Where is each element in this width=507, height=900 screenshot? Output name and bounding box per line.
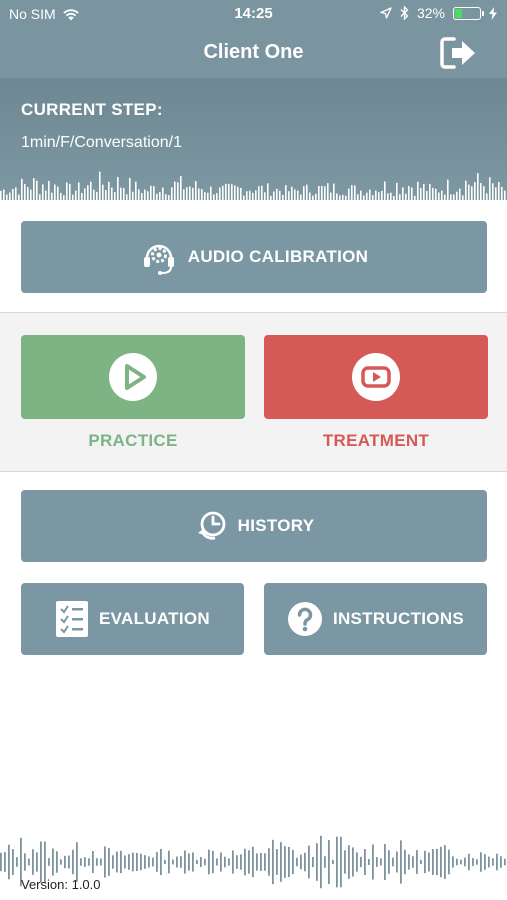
- battery-fill: [455, 8, 462, 18]
- history-icon: [197, 511, 226, 540]
- video-play-icon: [352, 353, 400, 401]
- battery-percent: 32%: [416, 5, 445, 21]
- headset-gear-icon: [143, 244, 174, 275]
- nav-bar: Client One: [0, 28, 507, 78]
- status-right: 32%: [380, 5, 497, 21]
- practice-label[interactable]: PRACTICE: [21, 431, 245, 451]
- current-step-value: 1min/F/Conversation/1: [21, 134, 182, 151]
- bluetooth-icon: [400, 6, 409, 20]
- session-panel: PRACTICE TREATMENT: [0, 312, 507, 472]
- current-step-panel: CURRENT STEP: 1min/F/Conversation/1: [0, 78, 507, 200]
- logout-button[interactable]: [439, 35, 479, 71]
- instructions-label: INSTRUCTIONS: [332, 609, 465, 628]
- current-step-label: CURRENT STEP:: [21, 100, 163, 119]
- charging-icon: [489, 6, 497, 20]
- history-button[interactable]: HISTORY: [21, 490, 487, 562]
- evaluation-button[interactable]: EVALUATION: [21, 583, 244, 655]
- version-label: Version: 1.0.0: [21, 877, 101, 892]
- checklist-icon: [56, 601, 88, 637]
- help-icon: [287, 602, 322, 636]
- status-bar: No SIM 14:25 32%: [0, 0, 507, 28]
- battery-icon: [453, 6, 484, 20]
- history-label: HISTORY: [237, 516, 315, 535]
- page-title: Client One: [203, 41, 304, 63]
- logout-icon: [440, 37, 475, 69]
- treatment-button[interactable]: [264, 335, 488, 419]
- audio-calibration-button[interactable]: AUDIO CALIBRATION: [21, 221, 487, 293]
- practice-button[interactable]: [21, 335, 245, 419]
- location-icon: [380, 7, 392, 19]
- treatment-label[interactable]: TREATMENT: [264, 431, 488, 451]
- waveform-decoration: [0, 171, 506, 200]
- audio-calibration-label: AUDIO CALIBRATION: [187, 247, 369, 266]
- evaluation-label: EVALUATION: [99, 609, 210, 628]
- play-icon: [109, 353, 157, 401]
- instructions-button[interactable]: INSTRUCTIONS: [264, 583, 487, 655]
